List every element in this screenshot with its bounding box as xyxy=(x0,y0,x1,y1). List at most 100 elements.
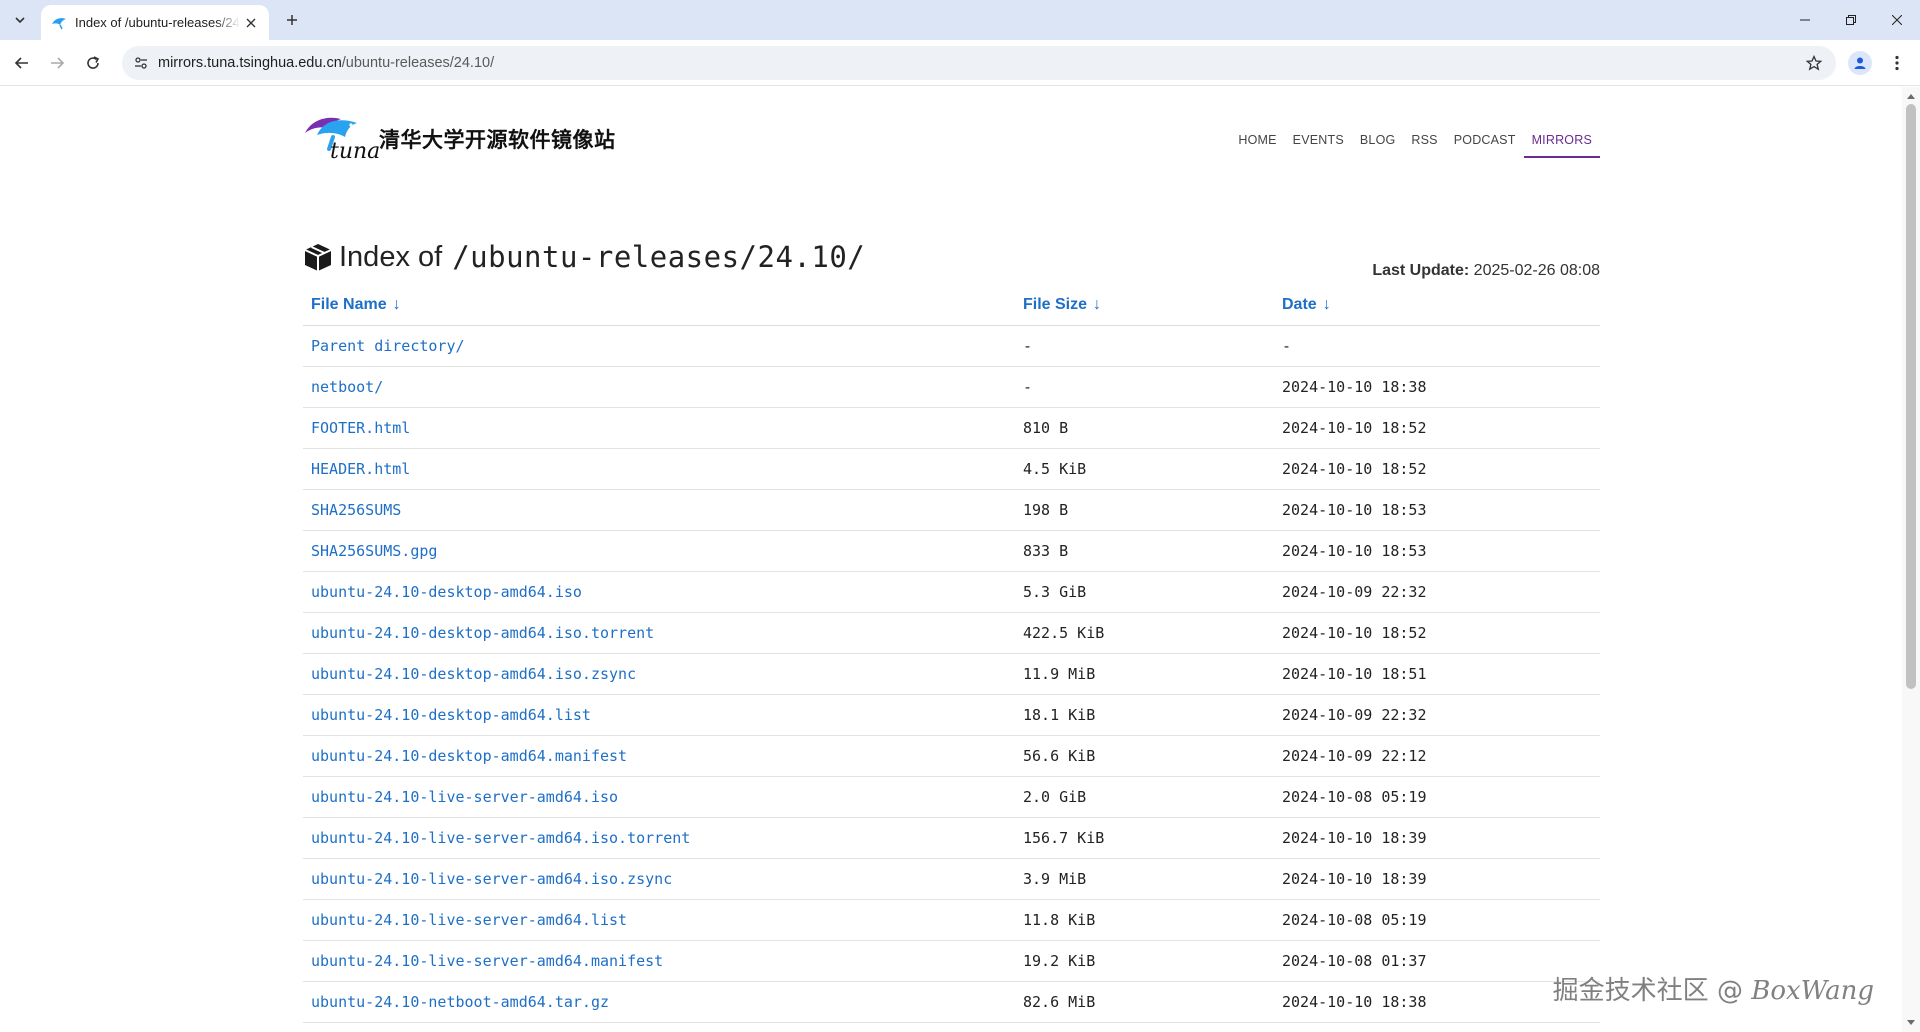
table-header-row: File Name ↓ File Size ↓ Date ↓ xyxy=(303,285,1600,326)
cell-date: 2024-10-10 18:52 xyxy=(1274,612,1600,654)
cell-file-size: 2.0 GiB xyxy=(1015,776,1274,818)
vertical-scrollbar[interactable] xyxy=(1902,87,1920,1032)
browser-tab-active[interactable]: Index of /ubuntu-releases/24.10/ xyxy=(41,5,269,40)
title-prefix: Index of xyxy=(339,240,443,273)
new-tab-plus-icon[interactable] xyxy=(281,9,303,31)
url-text: mirrors.tuna.tsinghua.edu.cn/ubuntu-rele… xyxy=(158,55,494,71)
cell-date: 2024-10-10 18:51 xyxy=(1274,653,1600,695)
close-window-icon[interactable] xyxy=(1874,0,1920,40)
cell-file-name: ubuntu-24.10-live-server-amd64.iso.torre… xyxy=(303,817,1015,859)
file-link[interactable]: ubuntu-24.10-live-server-amd64.iso.torre… xyxy=(311,829,690,847)
cell-file-name: HEADER.html xyxy=(303,448,1015,490)
nav-events[interactable]: EVENTS xyxy=(1285,127,1352,158)
cell-date: 2024-10-10 18:39 xyxy=(1274,817,1600,859)
header-file-size[interactable]: File Size ↓ xyxy=(1015,285,1274,326)
cell-date: 2024-10-10 18:52 xyxy=(1274,448,1600,490)
file-link[interactable]: FOOTER.html xyxy=(311,419,410,437)
cell-file-size: 833 B xyxy=(1015,530,1274,572)
file-link[interactable]: ubuntu-24.10-desktop-amd64.iso.torrent xyxy=(311,624,654,642)
table-row: ubuntu-24.10-desktop-amd64.list 18.1 KiB 2… xyxy=(303,694,1600,736)
cell-file-size: 4.5 KiB xyxy=(1015,448,1274,490)
scrollbar-thumb[interactable] xyxy=(1906,104,1916,689)
cell-file-size: 11.8 KiB xyxy=(1015,899,1274,941)
table-row: SHA256SUMS 198 B 2024-10-10 18:53 xyxy=(303,489,1600,531)
cell-file-name: ubuntu-24.10-desktop-amd64.manifest xyxy=(303,735,1015,777)
address-bar[interactable]: mirrors.tuna.tsinghua.edu.cn/ubuntu-rele… xyxy=(122,46,1836,80)
table-row: ubuntu-24.10-desktop-amd64.manifest 56.6 … xyxy=(303,735,1600,777)
cell-file-size: - xyxy=(1015,366,1274,408)
cube-box-icon xyxy=(304,244,332,271)
table-row: HEADER.html 4.5 KiB 2024-10-10 18:52 xyxy=(303,448,1600,490)
header-file-name[interactable]: File Name ↓ xyxy=(303,285,1015,326)
cell-file-name: SHA256SUMS.gpg xyxy=(303,530,1015,572)
reload-icon[interactable] xyxy=(82,52,104,74)
page-title: Index of /ubuntu-releases/24.10/ xyxy=(303,240,865,274)
url-path: /ubuntu-releases/24.10/ xyxy=(341,55,495,71)
cell-date: 2024-10-10 18:53 xyxy=(1274,530,1600,572)
nav-rss[interactable]: RSS xyxy=(1403,127,1445,158)
cell-file-size: - xyxy=(1015,325,1274,367)
nav-home[interactable]: HOME xyxy=(1230,127,1284,158)
close-tab-icon[interactable] xyxy=(243,15,259,31)
header-date-label: Date xyxy=(1282,295,1317,313)
table-row: ubuntu-24.10-desktop-amd64.iso.zsync 11.9… xyxy=(303,653,1600,695)
file-link[interactable]: HEADER.html xyxy=(311,460,410,478)
sort-arrow-icon: ↓ xyxy=(1322,295,1331,313)
scroll-down-arrow-icon[interactable] xyxy=(1907,1020,1915,1025)
file-link[interactable]: ubuntu-24.10-netboot-amd64.tar.gz xyxy=(311,993,609,1011)
cell-file-size: 18.1 KiB xyxy=(1015,694,1274,736)
file-link[interactable]: ubuntu-24.10-live-server-amd64.list xyxy=(311,911,627,929)
url-host: mirrors.tuna.tsinghua.edu.cn xyxy=(158,55,342,71)
cell-file-name: ubuntu-24.10-live-server-amd64.manifest xyxy=(303,940,1015,982)
back-arrow-icon[interactable] xyxy=(11,52,33,74)
title-path: /ubuntu-releases/24.10/ xyxy=(452,240,866,274)
header-date[interactable]: Date ↓ xyxy=(1274,285,1600,326)
restore-window-icon[interactable] xyxy=(1828,0,1874,40)
sort-arrow-icon: ↓ xyxy=(392,295,401,313)
scroll-up-arrow-icon[interactable] xyxy=(1907,94,1915,99)
file-link[interactable]: ubuntu-24.10-live-server-amd64.iso xyxy=(311,788,618,806)
cell-date: 2024-10-10 18:52 xyxy=(1274,407,1600,449)
nav-mirrors[interactable]: MIRRORS xyxy=(1523,127,1600,158)
file-link[interactable]: Parent directory/ xyxy=(311,337,465,355)
cell-file-name: netboot/ xyxy=(303,366,1015,408)
site-info-tune-icon[interactable] xyxy=(130,52,152,74)
file-listing-body: Parent directory/- - netboot/-2024-10-10 1… xyxy=(303,325,1600,1023)
header-file-name-label: File Name xyxy=(311,295,387,313)
file-link[interactable]: ubuntu-24.10-live-server-amd64.iso.zsync xyxy=(311,870,672,888)
cell-file-size: 156.7 KiB xyxy=(1015,817,1274,859)
watermark-at: @ xyxy=(1708,976,1752,1006)
logo-wordmark: tuna xyxy=(330,139,381,164)
cell-date: 2024-10-08 05:19 xyxy=(1274,776,1600,818)
nav-podcast[interactable]: PODCAST xyxy=(1446,127,1524,158)
tab-search-chevron-icon[interactable] xyxy=(9,9,31,31)
table-row: ubuntu-24.10-desktop-amd64.iso.torrent 42… xyxy=(303,612,1600,654)
tab-title: Index of /ubuntu-releases/24.10/ xyxy=(75,15,240,30)
file-link[interactable]: netboot/ xyxy=(311,378,383,396)
file-link[interactable]: ubuntu-24.10-desktop-amd64.manifest xyxy=(311,747,627,765)
profile-avatar-icon[interactable] xyxy=(1848,51,1872,75)
watermark-cjk: 掘金技术社区 xyxy=(1552,976,1709,1006)
cell-file-size: 422.5 KiB xyxy=(1015,612,1274,654)
site-brand[interactable]: tuna 清华大学开源软件镜像站 xyxy=(303,111,616,167)
forward-arrow-icon[interactable] xyxy=(46,52,68,74)
top-navigation: HOME EVENTS BLOG RSS PODCAST MIRRORS xyxy=(1230,127,1600,158)
watermark: 掘金技术社区 @ BoxWang xyxy=(1553,970,1874,1007)
minimize-icon[interactable] xyxy=(1782,0,1828,40)
file-link[interactable]: ubuntu-24.10-desktop-amd64.list xyxy=(311,706,591,724)
kebab-menu-icon[interactable] xyxy=(1886,52,1908,74)
file-link[interactable]: ubuntu-24.10-live-server-amd64.manifest xyxy=(311,952,663,970)
bookmark-star-icon[interactable] xyxy=(1804,53,1824,73)
cell-file-name: ubuntu-24.10-desktop-amd64.iso.zsync xyxy=(303,653,1015,695)
browser-tab-bar: Index of /ubuntu-releases/24.10/ xyxy=(0,0,1920,40)
file-link[interactable]: SHA256SUMS xyxy=(311,501,401,519)
cell-date: 2024-10-10 18:53 xyxy=(1274,489,1600,531)
file-link[interactable]: ubuntu-24.10-desktop-amd64.iso xyxy=(311,583,582,601)
cell-file-size: 11.9 MiB xyxy=(1015,653,1274,695)
file-link[interactable]: ubuntu-24.10-desktop-amd64.iso.zsync xyxy=(311,665,636,683)
cell-date: 2024-10-09 22:32 xyxy=(1274,571,1600,613)
file-link[interactable]: SHA256SUMS.gpg xyxy=(311,542,437,560)
nav-blog[interactable]: BLOG xyxy=(1352,127,1404,158)
page-viewport: tuna 清华大学开源软件镜像站 HOME EVENTS BLOG RSS PO… xyxy=(0,87,1902,1032)
site-name: 清华大学开源软件镜像站 xyxy=(379,128,616,152)
